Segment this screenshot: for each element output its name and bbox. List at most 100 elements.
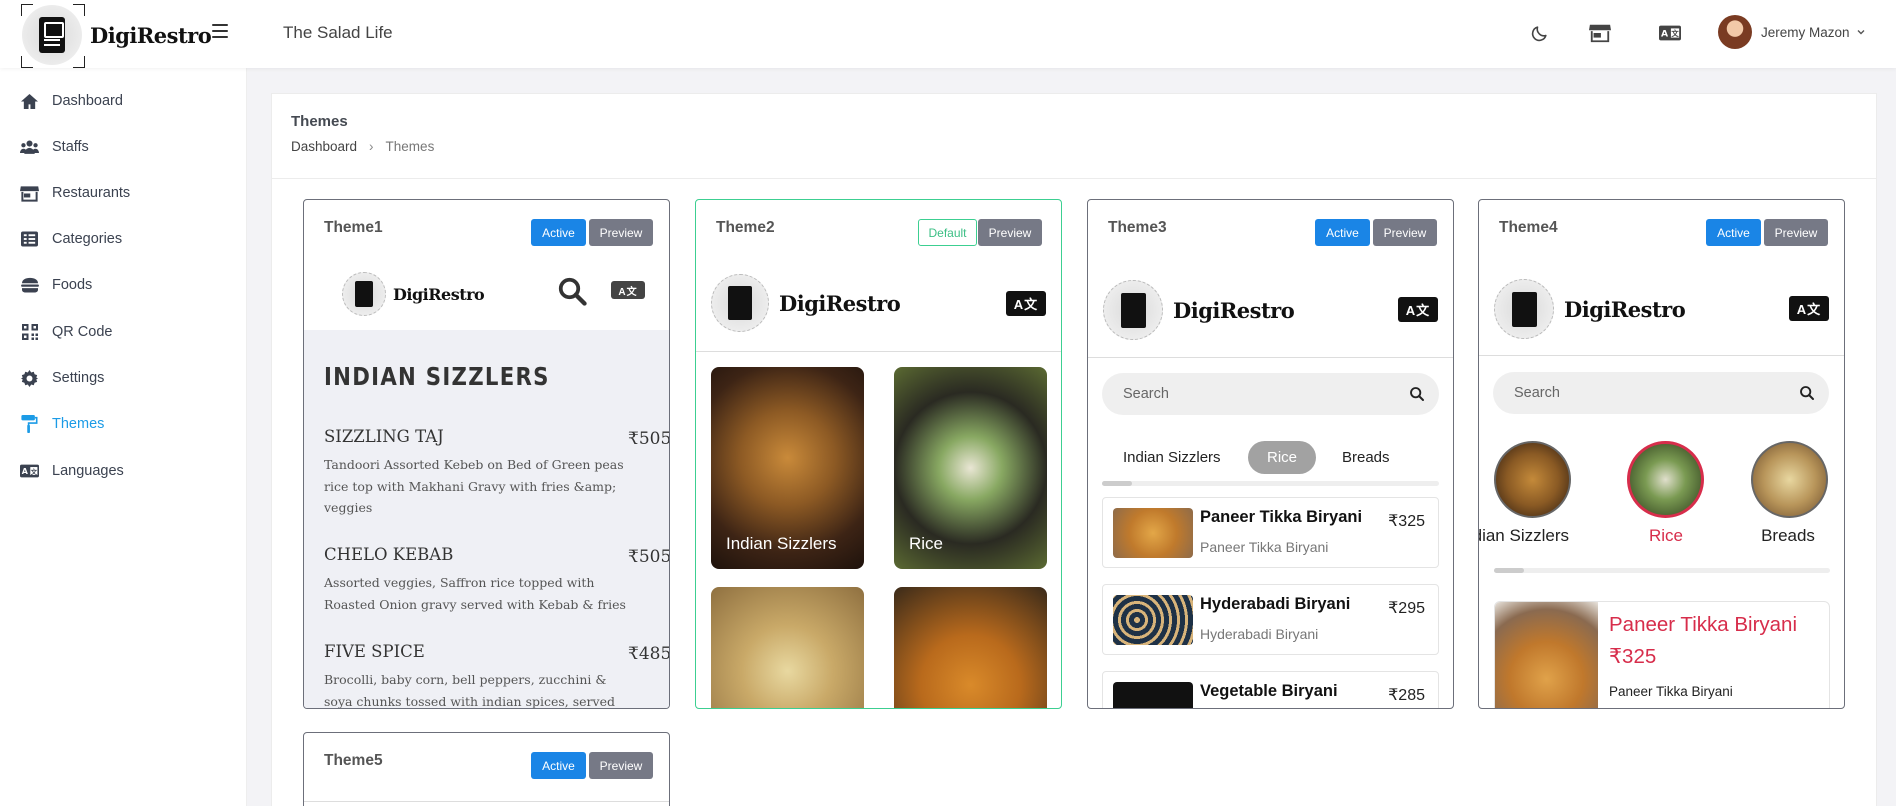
categories-scrollbar[interactable] xyxy=(1494,568,1830,573)
sidebar-item-settings[interactable]: Settings xyxy=(20,369,104,387)
food-name: Paneer Tikka Biryani xyxy=(1200,508,1363,526)
theme-title: Theme2 xyxy=(716,219,775,236)
item-description: Brocolli, baby corn, bell peppers, zucch… xyxy=(324,672,615,709)
search-placeholder: Search xyxy=(1123,386,1169,402)
sidebar-item-label: Themes xyxy=(52,416,105,432)
food-name: Vegetable Biryani xyxy=(1200,682,1338,700)
qrcode-icon xyxy=(20,323,39,341)
brand-name: DigiRestro xyxy=(90,22,212,48)
top-bar: DigiRestro The Salad Life A文 Jeremy Mazo… xyxy=(0,0,1896,68)
food-image xyxy=(1113,682,1193,708)
sidebar-item-staffs[interactable]: Staffs xyxy=(20,138,89,156)
sidebar-item-categories[interactable]: Categories xyxy=(20,230,122,248)
tabs-scrollbar[interactable] xyxy=(1102,481,1439,486)
food-item-row[interactable]: Vegetable Biryani ₹285 xyxy=(1102,671,1439,708)
svg-text:A: A xyxy=(22,467,29,476)
category-tile-breads xyxy=(711,587,864,708)
sidebar-item-label: Staffs xyxy=(52,139,89,155)
burger-icon xyxy=(20,276,39,294)
category-tab-selected[interactable]: Rice xyxy=(1248,441,1317,474)
language-icon: A文 xyxy=(1789,296,1829,321)
search-input[interactable]: Search xyxy=(1493,372,1829,414)
store-icon[interactable] xyxy=(1589,22,1611,44)
user-menu[interactable]: Jeremy Mazon xyxy=(1718,15,1866,49)
category-tab[interactable]: Breads xyxy=(1342,449,1390,466)
food-item-row[interactable]: Paneer Tikka Biryani Paneer Tikka Biryan… xyxy=(1102,497,1439,568)
sidebar-item-languages[interactable]: A文 Languages xyxy=(20,462,124,480)
item-description: Tandoori Assorted Kebeb on Bed of Green … xyxy=(324,457,624,515)
category-image[interactable] xyxy=(1751,441,1828,518)
home-icon xyxy=(20,92,39,110)
divider xyxy=(271,178,1877,179)
item-name: CHELO KEBAB xyxy=(324,545,454,564)
active-button[interactable]: Active xyxy=(1315,219,1370,246)
sidebar-item-foods[interactable]: Foods xyxy=(20,276,92,294)
food-name: Hyderabadi Biryani xyxy=(1200,595,1351,613)
user-name: Jeremy Mazon xyxy=(1761,24,1850,40)
language-icon[interactable]: A文 xyxy=(1659,22,1681,44)
active-button[interactable]: Active xyxy=(531,219,586,246)
sidebar-item-label: Settings xyxy=(52,370,105,386)
category-label-selected: Rice xyxy=(1648,526,1683,545)
preview-button[interactable]: Preview xyxy=(589,752,653,779)
category-heading: INDIAN SIZZLERS xyxy=(324,362,550,391)
item-name: FIVE SPICE xyxy=(324,642,425,661)
sidebar-item-restaurants[interactable]: Restaurants xyxy=(20,184,130,202)
search-input[interactable]: Search xyxy=(1102,373,1439,415)
language-icon: A文 xyxy=(20,462,39,480)
item-price: ₹485 xyxy=(628,644,670,664)
sidebar-item-label: Restaurants xyxy=(52,185,131,201)
category-tile-noodles xyxy=(894,587,1047,708)
item-description: Assorted veggies, Saffron rice topped wi… xyxy=(324,575,626,612)
food-price: ₹295 xyxy=(1388,600,1425,617)
sidebar-item-label: QR Code xyxy=(52,324,113,340)
active-button[interactable]: Active xyxy=(1706,219,1761,246)
search-placeholder: Search xyxy=(1514,385,1560,401)
preview-button[interactable]: Preview xyxy=(1764,219,1828,246)
sidebar-item-qr-code[interactable]: QR Code xyxy=(20,323,112,341)
theme-title: Theme1 xyxy=(324,219,383,236)
breadcrumb: Dashboard › Themes xyxy=(291,139,434,154)
active-button[interactable]: Active xyxy=(531,752,586,779)
svg-text:文: 文 xyxy=(1670,29,1679,38)
svg-text:A: A xyxy=(1661,29,1669,40)
tile-label: Indian Sizzlers xyxy=(726,534,837,553)
category-image-selected[interactable] xyxy=(1627,441,1704,518)
food-price: ₹325 xyxy=(1388,513,1425,530)
category-tab[interactable]: Indian Sizzlers xyxy=(1123,449,1221,466)
brand-logo[interactable]: DigiRestro xyxy=(22,5,212,65)
tile-label: Rice xyxy=(909,534,944,553)
preview-button[interactable]: Preview xyxy=(978,219,1042,246)
language-icon: A文 xyxy=(1398,297,1438,322)
menu-preview: INDIAN SIZZLERS SIZZLING TAJ ₹505 Tandoo… xyxy=(304,330,670,709)
menu-toggle-icon[interactable] xyxy=(212,24,228,38)
category-label: Breads xyxy=(1761,526,1815,545)
language-icon: A文 xyxy=(1006,291,1046,316)
food-price: ₹285 xyxy=(1388,687,1425,704)
theme-title: Theme4 xyxy=(1499,219,1558,236)
food-item-card[interactable]: Paneer Tikka Biryani ₹325 Paneer Tikka Bi… xyxy=(1494,601,1830,708)
preview-button[interactable]: Preview xyxy=(1373,219,1437,246)
food-image xyxy=(1113,595,1193,645)
item-price: ₹505 xyxy=(628,429,670,449)
theme-title: Theme5 xyxy=(324,752,383,769)
search-icon xyxy=(1800,386,1814,400)
avatar xyxy=(1718,15,1752,49)
page-title: Themes xyxy=(291,113,348,130)
breadcrumb-dashboard-link[interactable]: Dashboard xyxy=(291,139,357,154)
sidebar-item-dashboard[interactable]: Dashboard xyxy=(20,92,123,110)
preview-logo: DigiRestro xyxy=(342,272,485,316)
gear-icon xyxy=(20,369,39,387)
food-subtitle: Hyderabadi Biryani xyxy=(1200,626,1319,642)
category-image[interactable] xyxy=(1494,441,1571,518)
theme-card-theme2: Theme2 Default Preview DigiRestro A文 Ind… xyxy=(695,199,1062,709)
preview-button[interactable]: Preview xyxy=(589,219,653,246)
food-item-row[interactable]: Hyderabadi Biryani Hyderabadi Biryani ₹2… xyxy=(1102,584,1439,655)
sidebar-item-label: Dashboard xyxy=(52,93,123,109)
theme-title: Theme3 xyxy=(1108,219,1167,236)
list-icon xyxy=(20,230,39,248)
sidebar-item-themes[interactable]: Themes xyxy=(20,415,104,433)
chevron-down-icon xyxy=(1857,30,1865,35)
category-tile-indian-sizzlers: Indian Sizzlers xyxy=(711,367,864,569)
dark-mode-moon-icon[interactable] xyxy=(1528,22,1550,44)
